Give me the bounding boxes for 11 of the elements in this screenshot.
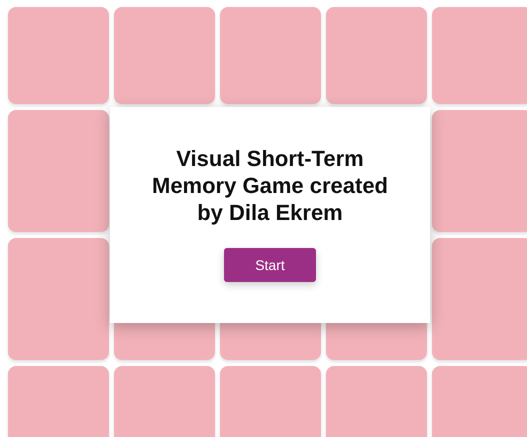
memory-card[interactable] [8, 238, 109, 360]
memory-card[interactable] [220, 7, 321, 104]
memory-card[interactable] [432, 238, 527, 360]
memory-card[interactable] [8, 7, 109, 104]
memory-card[interactable] [8, 110, 109, 232]
memory-card[interactable] [432, 110, 527, 232]
start-button[interactable]: Start [224, 248, 316, 282]
memory-card[interactable] [432, 7, 527, 104]
dialog-title: Visual Short-Term Memory Game created by Dila Ekrem [151, 145, 389, 226]
memory-card[interactable] [326, 7, 427, 104]
memory-card[interactable] [114, 7, 215, 104]
